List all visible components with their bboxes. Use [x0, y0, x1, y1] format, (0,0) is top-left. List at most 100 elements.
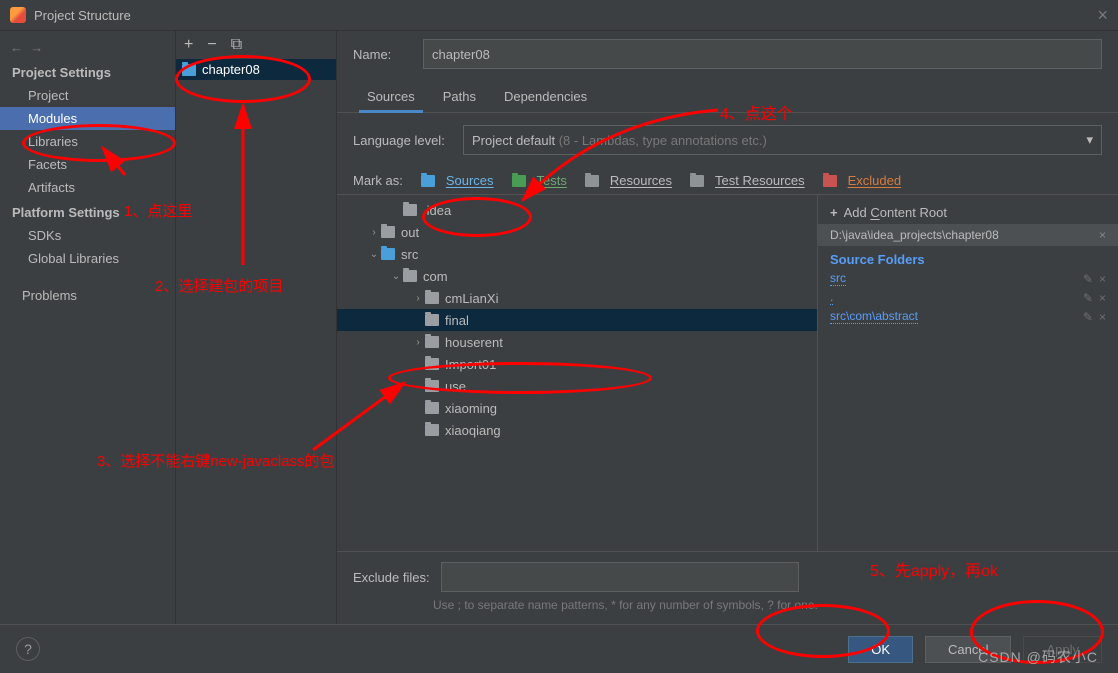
- mark-sources-button[interactable]: Sources: [421, 173, 494, 188]
- nav-forward-icon[interactable]: →: [30, 40, 43, 55]
- tree-label: xiaoming: [445, 401, 497, 416]
- name-input[interactable]: [423, 39, 1102, 69]
- add-content-root-button[interactable]: + Add Content Root: [818, 201, 1118, 224]
- tree-label: cmLianXi: [445, 291, 498, 306]
- tree-node[interactable]: use: [337, 375, 817, 397]
- mark-tests-button[interactable]: Tests: [512, 173, 567, 188]
- folder-icon: [381, 226, 395, 238]
- tab-dependencies[interactable]: Dependencies: [490, 83, 601, 112]
- tree-node[interactable]: Import01: [337, 353, 817, 375]
- tree-node[interactable]: › out: [337, 221, 817, 243]
- chevron-icon: ›: [411, 337, 425, 348]
- tree-node[interactable]: ⌄ com: [337, 265, 817, 287]
- sidebar-item-artifacts[interactable]: Artifacts: [0, 176, 175, 199]
- tree-node[interactable]: ⌄ src: [337, 243, 817, 265]
- source-folder-name: src: [830, 271, 846, 286]
- source-folders-heading: Source Folders: [818, 246, 1118, 269]
- folder-icon: [403, 204, 417, 216]
- chevron-icon: ⌄: [367, 249, 381, 260]
- edit-icon[interactable]: ✎: [1083, 272, 1093, 286]
- tree-label: xiaoqiang: [445, 423, 501, 438]
- tree-node[interactable]: ›cmLianXi: [337, 287, 817, 309]
- tree-node[interactable]: .idea: [337, 199, 817, 221]
- tab-paths[interactable]: Paths: [429, 83, 490, 112]
- mark-resources-button[interactable]: Resources: [585, 173, 672, 188]
- sidebar-item-problems[interactable]: Problems: [0, 284, 175, 307]
- folder-icon: [512, 175, 526, 187]
- folder-icon: [425, 424, 439, 436]
- tree-label: Import01: [445, 357, 496, 372]
- add-module-button[interactable]: +: [184, 36, 193, 54]
- tree-label: src: [401, 247, 418, 262]
- remove-module-button[interactable]: −: [207, 36, 216, 54]
- close-icon[interactable]: ×: [1099, 272, 1106, 286]
- nav-back-icon[interactable]: ←: [10, 40, 23, 55]
- copy-module-button[interactable]: ⧉: [231, 36, 242, 54]
- exclude-hint: Use ; to separate name patterns, * for a…: [353, 592, 1102, 614]
- mark-excluded-button[interactable]: Excluded: [823, 173, 901, 188]
- folder-icon: [425, 292, 439, 304]
- language-level-select[interactable]: Project default (8 - Lambdas, type annot…: [463, 125, 1102, 155]
- folder-icon: [585, 175, 599, 187]
- content-root-row[interactable]: D:\java\idea_projects\chapter08 ×: [818, 224, 1118, 246]
- chevron-icon: [411, 359, 425, 370]
- source-folder-row[interactable]: src ✎ ×: [818, 269, 1118, 288]
- folder-icon: [690, 175, 704, 187]
- sidebar-heading-project-settings: Project Settings: [0, 59, 175, 84]
- tree-label: out: [401, 225, 419, 240]
- name-label: Name:: [353, 47, 423, 62]
- ok-button[interactable]: OK: [848, 636, 913, 663]
- folder-icon: [182, 64, 196, 76]
- source-tree[interactable]: .idea › out ⌄ src ⌄ com ›cmLianXi final › housere…: [337, 195, 818, 551]
- folder-icon: [425, 358, 439, 370]
- tree-node[interactable]: › houserent: [337, 331, 817, 353]
- module-item-chapter08[interactable]: chapter08: [176, 59, 336, 80]
- folder-icon: [425, 314, 439, 326]
- chevron-icon: ⌄: [389, 271, 403, 282]
- sidebar-item-facets[interactable]: Facets: [0, 153, 175, 176]
- source-folder-name: src\com\abstract: [830, 309, 918, 324]
- close-icon[interactable]: ×: [1097, 5, 1108, 26]
- sidebar-heading-platform-settings: Platform Settings: [0, 199, 175, 224]
- close-icon[interactable]: ×: [1099, 291, 1106, 305]
- close-icon[interactable]: ×: [1099, 310, 1106, 324]
- source-folder-row[interactable]: src\com\abstract ✎ ×: [818, 307, 1118, 326]
- tree-label: houserent: [445, 335, 503, 350]
- chevron-icon: [389, 205, 403, 216]
- sidebar-item-project[interactable]: Project: [0, 84, 175, 107]
- sidebar-item-global-libraries[interactable]: Global Libraries: [0, 247, 175, 270]
- chevron-down-icon: ▾: [1086, 132, 1093, 148]
- chevron-icon: [411, 403, 425, 414]
- sidebar-item-libraries[interactable]: Libraries: [0, 130, 175, 153]
- folder-icon: [381, 248, 395, 260]
- cancel-button[interactable]: Cancel: [925, 636, 1011, 663]
- edit-icon[interactable]: ✎: [1083, 310, 1093, 324]
- folder-icon: [403, 270, 417, 282]
- folder-icon: [421, 175, 435, 187]
- chevron-icon: [411, 381, 425, 392]
- content-root-path: D:\java\idea_projects\chapter08: [830, 228, 999, 242]
- app-icon: [10, 7, 26, 23]
- folder-icon: [823, 175, 837, 187]
- tree-node[interactable]: xiaoming: [337, 397, 817, 419]
- close-icon[interactable]: ×: [1099, 228, 1106, 242]
- chevron-icon: ›: [367, 227, 381, 238]
- source-folder-row[interactable]: .✎×: [818, 288, 1118, 307]
- apply-button[interactable]: Apply: [1023, 636, 1102, 663]
- help-button[interactable]: ?: [16, 637, 40, 661]
- chevron-icon: [411, 425, 425, 436]
- mark-as-label: Mark as:: [353, 173, 403, 188]
- tab-sources[interactable]: Sources: [353, 83, 429, 112]
- tree-node[interactable]: final: [337, 309, 817, 331]
- mark-test-resources-button[interactable]: Test Resources: [690, 173, 805, 188]
- tree-label: com: [423, 269, 448, 284]
- sidebar-item-modules[interactable]: Modules: [0, 107, 175, 130]
- chevron-icon: [411, 315, 425, 326]
- folder-icon: [425, 402, 439, 414]
- sidebar-item-sdks[interactable]: SDKs: [0, 224, 175, 247]
- folder-icon: [425, 336, 439, 348]
- tree-node[interactable]: xiaoqiang: [337, 419, 817, 441]
- exclude-files-input[interactable]: [441, 562, 799, 592]
- edit-icon[interactable]: ✎: [1083, 291, 1093, 305]
- exclude-files-label: Exclude files:: [353, 570, 433, 585]
